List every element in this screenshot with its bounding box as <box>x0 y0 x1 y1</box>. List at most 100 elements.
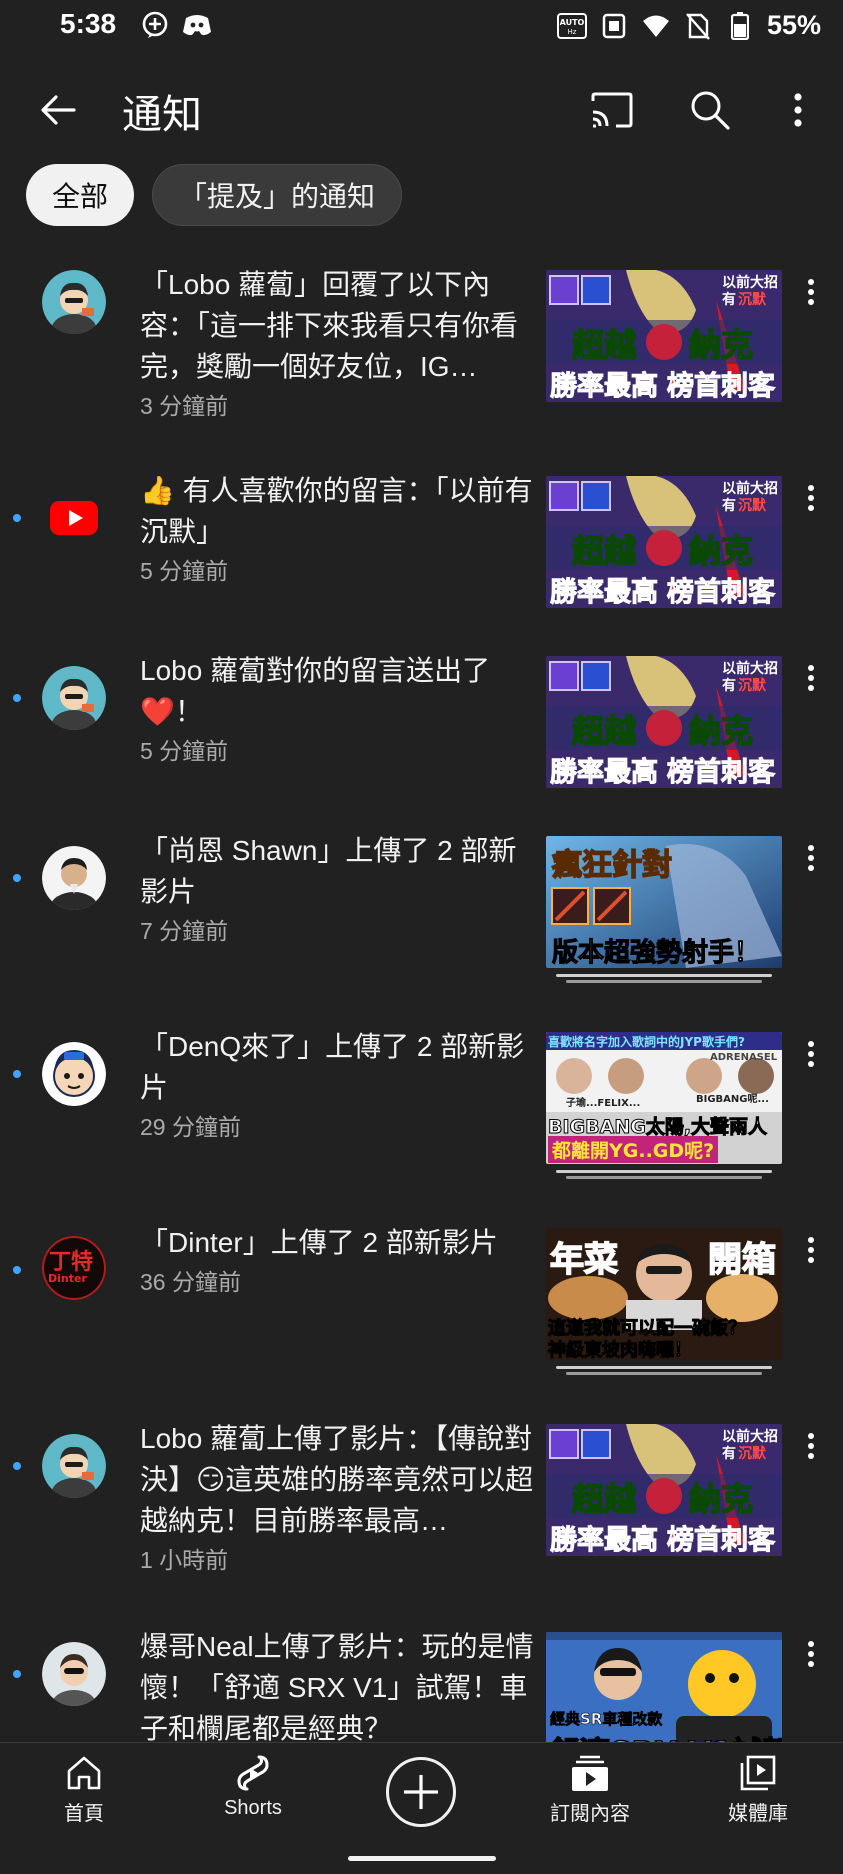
notification-message: Lobo 蘿蔔上傳了影片：【傳說對決】😏這英雄的勝率竟然可以超越納克！目前勝率最… <box>140 1423 534 1536</box>
more-vert-icon <box>794 93 802 127</box>
video-thumbnail[interactable]: 經典SR車種改款 舒適SRX V1試駕 <box>546 1632 782 1742</box>
more-options-button[interactable] <box>796 478 826 518</box>
more-vert-icon <box>808 665 814 691</box>
more-vert-icon <box>808 485 814 511</box>
avatar-lobo <box>42 666 106 730</box>
thumb-text: 神級東坡肉嗨囉！ <box>548 1340 693 1361</box>
nav-home[interactable]: 首頁 <box>24 1753 144 1826</box>
svg-text:Hz: Hz <box>567 28 576 36</box>
thumb-text: 勝率最高 <box>550 371 659 403</box>
thumb-text: 版本超強勢射手！ <box>551 938 761 969</box>
notification-message: Lobo 蘿蔔對你的留言送出了 ❤️！ <box>140 655 491 727</box>
notification-message: 「Lobo 蘿蔔」回覆了以下內容：「這一排下來我看只有你看完，獎勵一個好友位，I… <box>140 269 519 382</box>
video-thumbnail[interactable]: 喜歡將名字加入歌詞中的JYP歌手們? 子瑜...FELIX... BIGBANG… <box>546 1032 782 1164</box>
no-sim-icon <box>683 11 713 41</box>
youtube-logo-icon <box>50 501 98 535</box>
video-thumbnail[interactable]: 以前大招 有 沉默 超越 納克 勝率最高 榜首刺客 <box>546 656 782 788</box>
more-vert-icon <box>808 1641 814 1667</box>
more-options-button[interactable] <box>796 658 826 698</box>
thumb-text: 勝率最高 <box>550 1525 659 1557</box>
thumb-text: BIGBANG太陽,大聲兩人 <box>547 1116 768 1139</box>
thumb-text: BIGBANG呢... <box>696 1094 769 1105</box>
more-options-button[interactable] <box>796 272 826 312</box>
avatar[interactable] <box>42 1434 106 1498</box>
notification-time: 7 分鐘前 <box>140 918 229 944</box>
thumb-text: 榜首刺客 <box>667 757 776 789</box>
nav-library[interactable]: 媒體庫 <box>698 1753 818 1826</box>
notification-message: 👍 有人喜歡你的留言：「以前有沉默」 <box>140 475 533 547</box>
screen-icon <box>599 11 629 41</box>
nav-shorts[interactable]: Shorts <box>193 1753 313 1820</box>
wifi-icon <box>641 11 671 41</box>
chip-all[interactable]: 全部 <box>26 164 135 226</box>
thumb-text: 勝率最高 <box>550 757 659 789</box>
notification-time: 3 分鐘前 <box>140 393 229 419</box>
more-options-button[interactable] <box>796 1034 826 1074</box>
nav-subscriptions[interactable]: 訂閱內容 <box>530 1753 650 1826</box>
battery-percent: 55% <box>766 10 821 40</box>
unread-dot <box>13 1070 21 1078</box>
create-button[interactable] <box>386 1757 456 1827</box>
cast-button[interactable] <box>584 82 640 138</box>
video-thumbnail[interactable]: 瘋狂針對 版本超強勢射手！ <box>546 836 782 968</box>
avatar-shawn <box>42 846 106 910</box>
back-button[interactable] <box>30 82 86 138</box>
thumb-text: 超越 <box>571 531 637 571</box>
thumb-text: 納克 <box>688 325 754 365</box>
thumb-text: 沉默 <box>738 678 766 694</box>
avatar[interactable] <box>42 666 106 730</box>
thumb-text: 納克 <box>688 1479 754 1519</box>
notification-message: 「尚恩 Shawn」上傳了 2 部新影片 <box>140 835 517 907</box>
thumb-text: 有 <box>722 292 736 308</box>
notification-message: 爆哥Neal上傳了影片：玩的是情懷！「舒適 SRX V1」試駕！車子和欄尾都是經… <box>140 1631 534 1742</box>
nav-label: 媒體庫 <box>728 1803 788 1825</box>
search-button[interactable] <box>682 82 738 138</box>
video-thumbnail[interactable]: 以前大招 有 沉默 超越 納克 勝率最高 榜首刺客 <box>546 1424 782 1556</box>
notification-time: 36 分鐘前 <box>140 1269 241 1295</box>
chip-mentions[interactable]: 「提及」的通知 <box>152 164 403 226</box>
svg-text:AUTO: AUTO <box>560 18 585 27</box>
thumb-text: 有 <box>722 498 736 514</box>
thumb-text: 年菜 <box>549 1239 619 1281</box>
avatar[interactable]: 丁特 Dinter <box>42 1236 106 1300</box>
avatar[interactable] <box>42 270 106 334</box>
video-thumbnail[interactable]: 年菜 開箱 這道我就可以配一碗飯？ 神級東坡肉嗨囉！ <box>546 1228 782 1360</box>
thumb-text: 有 <box>722 678 736 694</box>
more-options-button[interactable] <box>770 82 826 138</box>
thumb-text: 舒適SRX V1試駕 <box>549 1728 782 1742</box>
more-options-button[interactable] <box>796 1634 826 1674</box>
video-thumbnail[interactable]: 以前大招 有 沉默 超越 納克 勝率最高 榜首刺客 <box>546 476 782 608</box>
more-vert-icon <box>808 1237 814 1263</box>
app-bar: 通知 <box>0 60 843 160</box>
thumb-text: 沉默 <box>738 1446 766 1462</box>
status-time: 5:38 <box>60 8 117 39</box>
avatar[interactable] <box>42 846 106 910</box>
more-vert-icon <box>808 1041 814 1067</box>
thumb-text: 有 <box>722 1446 736 1462</box>
arrow-back-icon <box>41 95 76 125</box>
notification-time: 5 分鐘前 <box>140 558 229 584</box>
avatar[interactable] <box>42 486 106 550</box>
status-bar: 5:38 AUTO Hz 55% <box>0 0 843 52</box>
thumb-text: 瘋狂針對 <box>551 847 673 884</box>
assistant-icon <box>140 10 170 40</box>
thumb-text: 榜首刺客 <box>667 371 776 403</box>
home-icon <box>67 1756 101 1790</box>
more-options-button[interactable] <box>796 1230 826 1270</box>
video-thumbnail[interactable]: 以前大招 有 沉默 超越 納克 勝率最高 榜首刺客 <box>546 270 782 402</box>
cast-icon <box>591 92 633 128</box>
avatar[interactable] <box>42 1042 106 1106</box>
thumb-text: 超越 <box>571 711 637 751</box>
shorts-icon <box>237 1755 269 1791</box>
unread-dot <box>13 1670 21 1678</box>
avatar-denq <box>42 1042 106 1106</box>
more-options-button[interactable] <box>796 838 826 878</box>
unread-dot <box>13 514 21 522</box>
bottom-navigation: 首頁 Shorts 訂閱內容 媒體庫 <box>0 1742 843 1874</box>
more-options-button[interactable] <box>796 1426 826 1466</box>
notification-message: 「Dinter」上傳了 2 部新影片 <box>140 1227 498 1258</box>
thumb-text: 沉默 <box>738 498 766 514</box>
search-icon <box>691 91 730 130</box>
avatar-neal <box>42 1642 106 1706</box>
avatar[interactable] <box>42 1642 106 1706</box>
